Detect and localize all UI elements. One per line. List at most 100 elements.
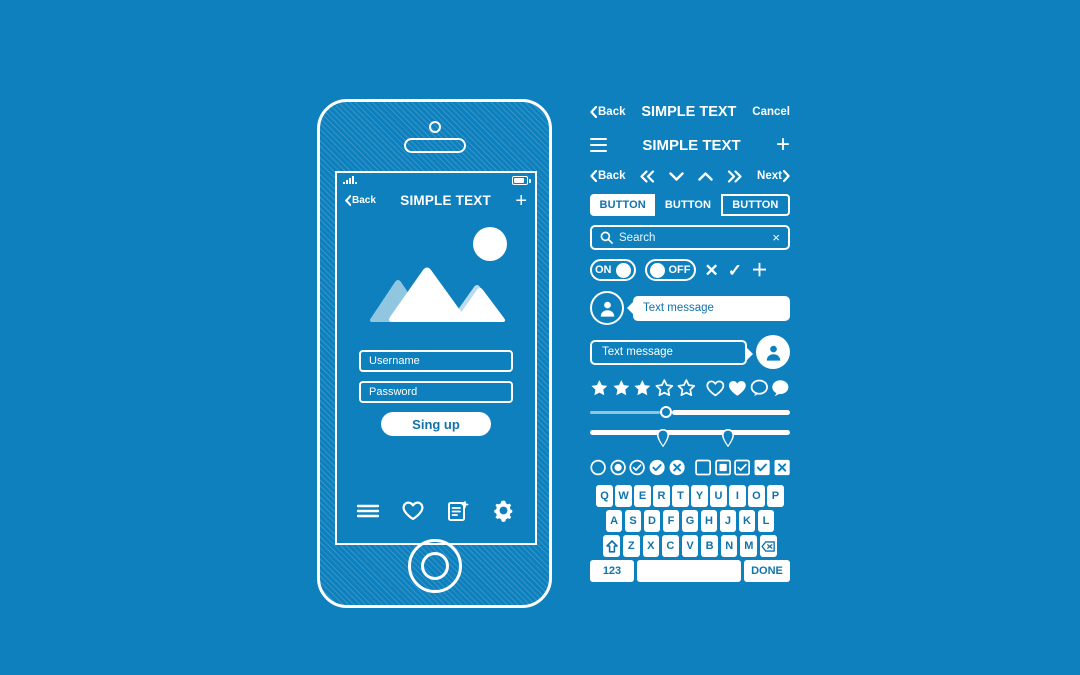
slider-handle-max[interactable] xyxy=(721,428,735,448)
phone-add-button[interactable]: + xyxy=(515,191,527,211)
slider-handle[interactable] xyxy=(660,406,672,418)
key-U[interactable]: U xyxy=(710,485,727,507)
key-B[interactable]: B xyxy=(701,535,718,557)
key-V[interactable]: V xyxy=(681,535,699,557)
key-F[interactable]: F xyxy=(662,510,680,532)
cancel-button[interactable]: Cancel xyxy=(752,106,790,118)
phone-screen-title: SIMPLE TEXT xyxy=(400,193,491,208)
status-bar xyxy=(337,173,535,187)
checkbox-selected-icon[interactable] xyxy=(714,459,731,476)
pager-next-label: Next xyxy=(757,170,782,182)
radio-selected-icon[interactable] xyxy=(610,459,626,476)
comment-outline-icon[interactable] xyxy=(750,379,769,397)
close-x-icon[interactable]: ✕ xyxy=(705,262,719,279)
star-outline-icon[interactable] xyxy=(655,379,674,397)
heart-filled-icon[interactable] xyxy=(728,380,747,397)
check-icon[interactable]: ✓ xyxy=(728,262,742,279)
key-O[interactable]: O xyxy=(748,485,765,507)
backspace-key[interactable] xyxy=(760,535,777,557)
toggle-row: ON OFF ✕ ✓ ＋ xyxy=(590,259,790,281)
mockup-canvas: Back SIMPLE TEXT + Username Password Sin… xyxy=(0,0,1080,675)
toggle-off[interactable]: OFF xyxy=(644,259,696,281)
button-flat[interactable]: BUTTON xyxy=(655,194,720,216)
key-L[interactable]: L xyxy=(757,510,775,532)
menu-icon[interactable] xyxy=(356,503,379,524)
message-bubble[interactable]: Text message xyxy=(590,339,753,365)
pager-back-button[interactable]: Back xyxy=(590,170,626,182)
key-C[interactable]: C xyxy=(662,535,679,557)
avatar[interactable] xyxy=(756,335,790,369)
star-filled-icon[interactable] xyxy=(612,379,631,397)
avatar[interactable] xyxy=(590,291,624,325)
key-W[interactable]: W xyxy=(615,485,632,507)
button-outline[interactable]: BUTTON xyxy=(720,194,790,216)
comment-filled-icon[interactable] xyxy=(771,379,790,397)
star-filled-icon[interactable] xyxy=(633,379,652,397)
star-filled-icon[interactable] xyxy=(590,379,609,397)
key-Q[interactable]: Q xyxy=(596,485,613,507)
radio-check-filled-icon[interactable] xyxy=(649,459,665,476)
key-A[interactable]: A xyxy=(605,510,623,532)
key-N[interactable]: N xyxy=(720,535,738,557)
keyboard-row-1: QWERTYUIOP xyxy=(590,485,790,507)
shift-key[interactable] xyxy=(603,535,620,557)
pager-last-icon[interactable] xyxy=(727,169,743,183)
key-Y[interactable]: Y xyxy=(691,485,708,507)
phone-navbar: Back SIMPLE TEXT + xyxy=(337,187,535,214)
key-J[interactable]: J xyxy=(719,510,737,532)
key-H[interactable]: H xyxy=(700,510,718,532)
message-bubble[interactable]: Text message xyxy=(627,295,790,321)
toggle-on[interactable]: ON xyxy=(590,259,636,281)
kit-back-button[interactable]: Back xyxy=(590,106,626,118)
key-I[interactable]: I xyxy=(729,485,746,507)
radio-check-outline-icon[interactable] xyxy=(629,459,646,476)
hamburger-icon[interactable] xyxy=(590,137,607,153)
key-S[interactable]: S xyxy=(624,510,642,532)
key-P[interactable]: P xyxy=(767,485,784,507)
search-input[interactable]: Search xyxy=(619,232,766,244)
heart-icon[interactable] xyxy=(402,501,424,526)
key-K[interactable]: K xyxy=(738,510,756,532)
pager-next-button[interactable]: Next xyxy=(757,170,790,182)
key-E[interactable]: E xyxy=(634,485,651,507)
pager-down-icon[interactable] xyxy=(669,171,685,182)
plus-icon[interactable]: ＋ xyxy=(751,262,768,279)
key-X[interactable]: X xyxy=(642,535,660,557)
key-T[interactable]: T xyxy=(672,485,689,507)
phone-back-button[interactable]: Back xyxy=(345,195,376,206)
key-R[interactable]: R xyxy=(653,485,670,507)
button-primary[interactable]: BUTTON xyxy=(590,194,656,216)
heart-outline-icon[interactable] xyxy=(706,380,725,397)
done-key[interactable]: DONE xyxy=(744,560,790,582)
slider-single[interactable] xyxy=(590,405,790,419)
new-document-icon[interactable] xyxy=(447,500,469,527)
password-input[interactable]: Password xyxy=(359,381,513,403)
menu-add-button[interactable]: + xyxy=(776,133,790,157)
slider-track xyxy=(590,430,790,435)
search-field[interactable]: Search × xyxy=(590,225,790,250)
star-outline-icon[interactable] xyxy=(677,379,696,397)
space-key[interactable] xyxy=(637,560,741,582)
slider-handle-min[interactable] xyxy=(656,428,670,448)
username-input[interactable]: Username xyxy=(359,350,513,372)
gear-icon[interactable] xyxy=(492,499,515,527)
signup-button[interactable]: Sing up xyxy=(381,412,491,436)
home-button[interactable] xyxy=(407,539,462,593)
checkbox-check-filled-icon[interactable] xyxy=(754,459,770,476)
virtual-keyboard: QWERTYUIOP ASDFGHJKL ZXCVBNM 123 DONE xyxy=(590,485,790,582)
clear-search-icon[interactable]: × xyxy=(772,230,780,245)
menu-bar: SIMPLE TEXT + xyxy=(590,132,790,158)
pager-first-icon[interactable] xyxy=(639,169,655,183)
pager-up-icon[interactable] xyxy=(698,171,713,182)
slider-range[interactable] xyxy=(590,428,790,448)
checkbox-empty-icon[interactable] xyxy=(695,459,711,476)
key-G[interactable]: G xyxy=(681,510,699,532)
checkbox-check-outline-icon[interactable] xyxy=(734,459,751,476)
radio-empty-icon[interactable] xyxy=(590,459,606,476)
checkbox-x-filled-icon[interactable] xyxy=(774,459,790,476)
key-Z[interactable]: Z xyxy=(622,535,640,557)
radio-x-filled-icon[interactable] xyxy=(669,459,685,476)
key-M[interactable]: M xyxy=(740,535,758,557)
numbers-key[interactable]: 123 xyxy=(590,560,634,582)
key-D[interactable]: D xyxy=(643,510,661,532)
